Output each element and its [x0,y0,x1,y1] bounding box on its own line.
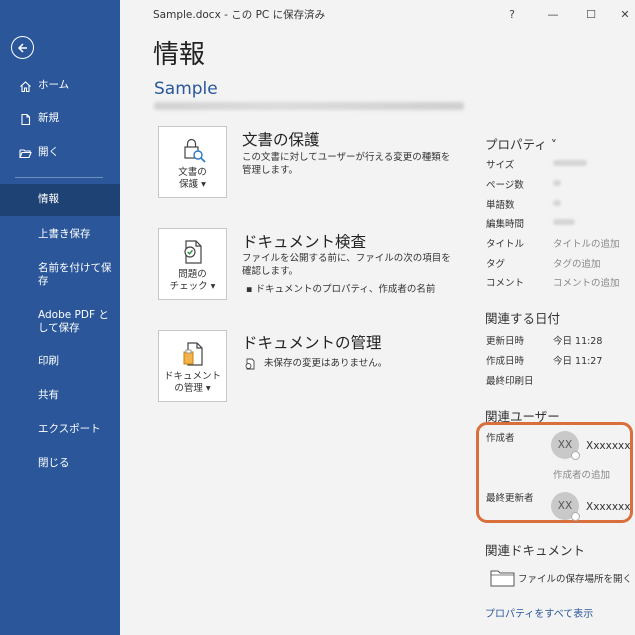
sidebar-item-label: 共有 [38,389,59,402]
sidebar-item-info[interactable]: 情報 [0,184,120,216]
minimize-button[interactable]: — [538,4,568,24]
document-history-icon [245,358,255,370]
manage-document-icon [183,342,203,366]
sidebar-item-save-as[interactable]: 名前を付けて保存 [0,260,120,290]
manage-document-description: 未保存の変更はありません。 [264,358,388,369]
prop-value-words-redacted [553,200,561,206]
prop-value-pages-redacted [553,180,561,186]
sidebar-item-new[interactable]: 新規 [0,111,120,127]
sidebar-item-label: 新規 [38,112,59,125]
lock-key-icon [183,138,206,163]
add-title-field[interactable]: タイトルの追加 [553,236,620,250]
sidebar-item-save[interactable]: 上書き保存 [0,226,120,244]
inspect-document-bullet: ▪ ドキュメントのプロパティ、作成者の名前 [246,284,436,295]
related-dates-heading: 関連する日付 [485,311,561,326]
prop-label-size: サイズ [486,160,515,171]
sidebar-item-label: 名前を付けて保存 [38,261,112,287]
sidebar-item-label: 上書き保存 [38,228,91,241]
manage-document-button[interactable]: ドキュメント の管理 ▾ [158,330,227,402]
sidebar-item-label: 閉じる [38,457,70,470]
add-comments-field[interactable]: コメントの追加 [553,275,620,289]
page-title: 情報 [153,40,206,70]
sidebar-item-label: 開く [38,146,59,159]
sidebar-item-label: Adobe PDF として保存 [38,308,109,334]
add-author-link[interactable]: 作成者の追加 [553,467,610,481]
backstage-sidebar: ホーム 新規 開く 情報 上書き保存 名前を付けて保存 Adobe PDF とし… [0,0,120,635]
author-label: 作成者 [486,433,515,444]
sidebar-item-label: ホーム [38,79,70,92]
title-bar: Sample.docx - この PC に保存済み ? — ☐ ✕ [120,0,635,28]
protect-document-label: 文書の 保護 ▾ [178,167,207,191]
inspect-document-description: ファイルを公開する前に、ファイルの次の項目を確認します。 [242,253,451,278]
presence-indicator-icon [571,512,580,521]
properties-heading[interactable]: プロパティ ˅ [485,134,557,153]
protect-document-title: 文書の保護 [242,131,320,149]
author-name[interactable]: Xxxxxxxx X [586,440,631,452]
sidebar-item-label: 印刷 [38,355,59,368]
window-title: Sample.docx - この PC に保存済み [153,9,326,21]
prop-label-comments: コメント [486,278,525,289]
prop-label-edit-time: 編集時間 [486,219,525,230]
open-folder-icon [18,146,32,160]
inspect-document-icon [183,240,202,264]
last-modified-by-label: 最終更新者 [486,493,534,504]
document-path-redacted [154,102,464,110]
date-value-created: 今日 11:27 [553,356,603,367]
sidebar-item-label: 情報 [38,193,59,206]
date-label-last-printed: 最終印刷日 [486,376,534,387]
sidebar-divider [15,177,103,178]
prop-label-words: 単語数 [486,200,515,211]
protect-document-description: この文書に対してユーザーが行える変更の種類を管理します。 [242,152,451,177]
prop-value-edit-time-redacted [553,219,575,225]
sidebar-item-export[interactable]: エクスポート [0,422,120,438]
close-window-button[interactable]: ✕ [610,4,635,24]
sidebar-item-share[interactable]: 共有 [0,388,120,404]
manage-document-title: ドキュメントの管理 [242,334,382,352]
folder-icon [490,570,515,587]
open-file-location-label: ファイルの保存場所を開く [518,574,633,585]
sidebar-item-print[interactable]: 印刷 [0,354,120,370]
sidebar-item-save-as-pdf[interactable]: Adobe PDF として保存 [0,307,120,337]
sidebar-item-open[interactable]: 開く [0,145,120,161]
prop-value-size-redacted [553,160,587,166]
show-all-properties-link[interactable]: プロパティをすべて表示 [485,605,593,620]
check-issues-label: 問題の チェック ▾ [169,269,216,293]
check-issues-button[interactable]: 問題の チェック ▾ [158,228,227,300]
inspect-document-title: ドキュメント検査 [242,233,367,251]
protect-document-button[interactable]: 文書の 保護 ▾ [158,126,227,198]
help-button[interactable]: ? [497,4,527,24]
manage-document-label: ドキュメント の管理 ▾ [163,371,221,395]
document-name: Sample [154,79,218,99]
related-documents-heading: 関連ドキュメント [485,543,586,558]
date-label-modified: 更新日時 [486,336,525,347]
prop-label-tags: タグ [486,259,506,270]
new-document-icon [18,112,32,126]
sidebar-item-close[interactable]: 閉じる [0,456,120,472]
home-icon [18,79,32,93]
open-file-location-button[interactable]: ファイルの保存場所を開く [490,569,632,587]
sidebar-item-home[interactable]: ホーム [0,78,120,94]
prop-label-title: タイトル [486,239,525,250]
date-label-created: 作成日時 [486,356,525,367]
back-arrow-icon [17,42,27,53]
maximize-button[interactable]: ☐ [576,4,606,24]
manage-document-status: 未保存の変更はありません。 [244,357,459,370]
sidebar-item-label: エクスポート [38,423,101,436]
modifier-name[interactable]: Xxxxxxxx X [586,501,631,513]
back-button[interactable] [11,36,34,59]
date-value-modified: 今日 11:28 [553,336,603,347]
prop-label-pages: ページ数 [486,180,524,191]
add-tags-field[interactable]: タグの追加 [553,256,601,270]
presence-indicator-icon [571,451,580,460]
